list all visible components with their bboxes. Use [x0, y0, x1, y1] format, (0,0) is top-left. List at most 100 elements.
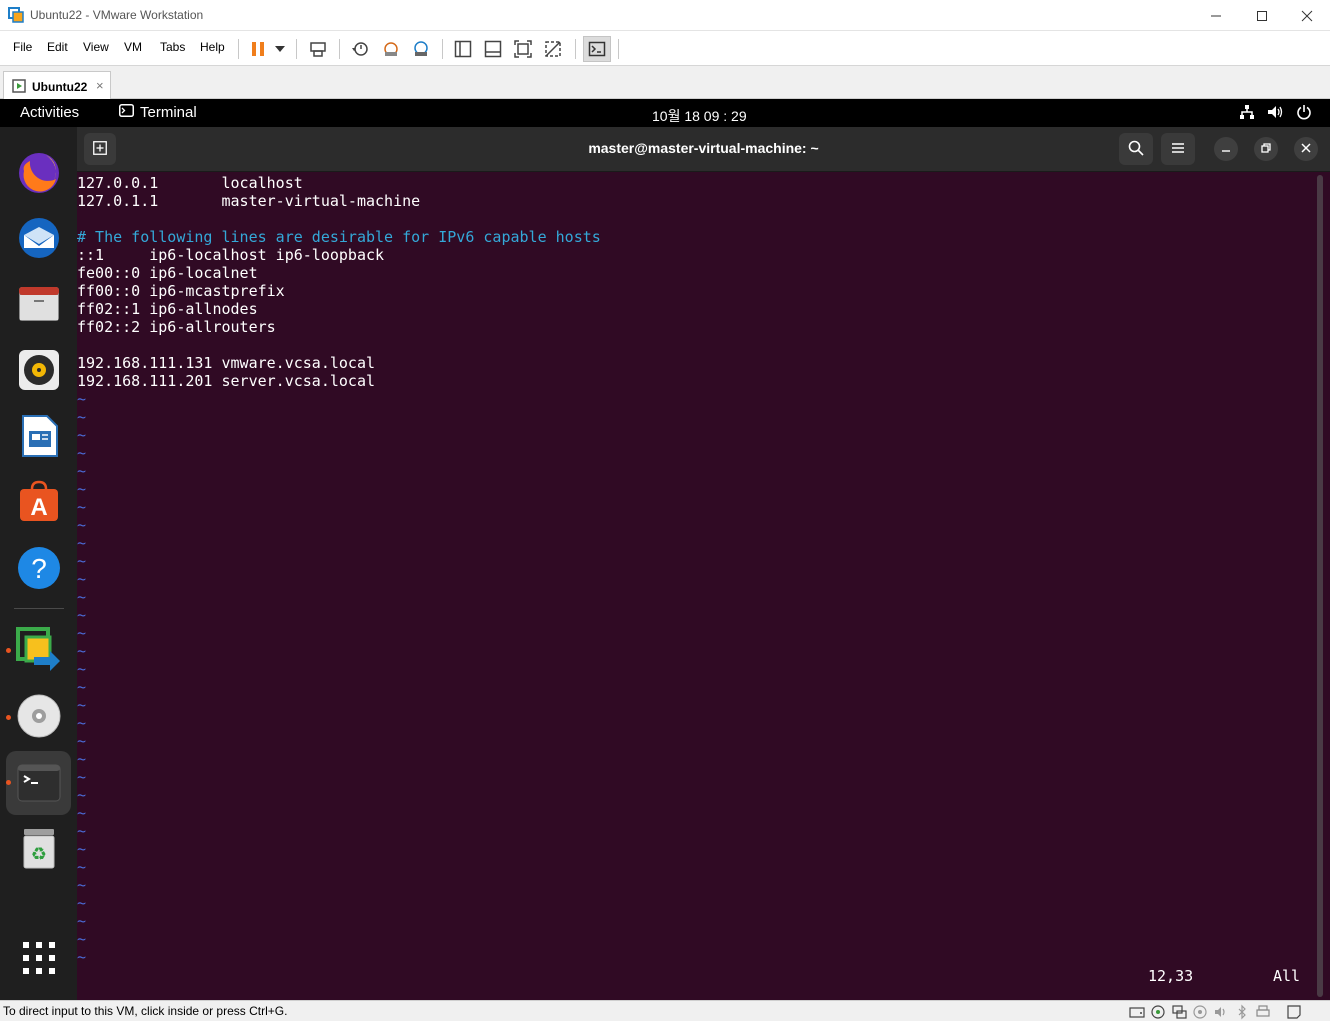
power-icon[interactable] [1296, 104, 1312, 124]
unity-mode-icon[interactable] [543, 39, 563, 59]
app-menu-terminal[interactable]: Terminal [119, 104, 197, 121]
running-indicator [6, 715, 11, 720]
restore-icon [1261, 142, 1271, 156]
vim-empty-line-tilde: ~ [77, 606, 87, 624]
help-icon[interactable]: ? [14, 543, 64, 593]
sound-card-icon[interactable] [1213, 1004, 1229, 1020]
printer-icon[interactable] [1255, 1004, 1271, 1020]
close-icon [1301, 142, 1311, 156]
files-icon[interactable] [14, 279, 64, 329]
vim-empty-line-tilde: ~ [77, 696, 87, 714]
vm-console[interactable]: Activities Terminal 10월 18 09 : 29 A ? ♻… [0, 99, 1330, 1000]
cd-drive-icon[interactable] [1150, 1004, 1166, 1020]
menu-file[interactable]: File [13, 40, 32, 54]
toolbar-separator [296, 39, 297, 59]
terminal-scrollbar[interactable] [1317, 175, 1323, 997]
trash-icon[interactable]: ♻ [14, 823, 64, 873]
tab-close-icon[interactable]: × [96, 78, 104, 93]
vim-empty-line-tilde: ~ [77, 426, 87, 444]
rhythmbox-icon[interactable] [14, 345, 64, 395]
terminal-minimize-button[interactable] [1214, 137, 1238, 161]
terminal-restore-button[interactable] [1254, 137, 1278, 161]
vim-empty-line-tilde: ~ [77, 732, 87, 750]
hamburger-menu-icon [1171, 142, 1185, 157]
vim-empty-line-tilde: ~ [77, 714, 87, 732]
vim-empty-line-tilde: ~ [77, 768, 87, 786]
libreoffice-writer-icon[interactable] [14, 411, 64, 461]
vmware-tools-icon[interactable] [14, 625, 64, 675]
power-dropdown-icon[interactable] [270, 39, 290, 59]
terminal-icon[interactable] [14, 757, 64, 807]
vim-text-line: 192.168.111.131 vmware.vcsa.local [77, 354, 376, 372]
vim-comment-line: # The following lines are desirable for … [77, 228, 601, 246]
dock-separator [14, 608, 64, 609]
thunderbird-icon[interactable] [14, 213, 64, 263]
terminal-header-bar: master@master-virtual-machine: ~ [77, 127, 1330, 172]
menu-view[interactable]: View [83, 40, 109, 54]
volume-icon[interactable] [1267, 104, 1285, 124]
terminal-small-icon [119, 104, 134, 121]
clock[interactable]: 10월 18 09 : 29 [652, 106, 747, 126]
vim-empty-line-tilde: ~ [77, 624, 87, 642]
vim-text-line: 127.0.0.1 localhost [77, 174, 303, 192]
vm-tab-bar: Ubuntu22 × [0, 66, 1330, 99]
hard-disk-icon[interactable] [1129, 1004, 1145, 1020]
close-window-button[interactable] [1284, 0, 1330, 31]
tab-label: Ubuntu22 [32, 80, 88, 94]
network-adapter-icon[interactable] [1171, 1004, 1187, 1020]
firefox-icon[interactable] [14, 147, 64, 197]
maximize-button[interactable] [1239, 0, 1285, 31]
menu-help[interactable]: Help [200, 40, 225, 54]
vim-empty-line-tilde: ~ [77, 570, 87, 588]
thumbnail-bar-icon[interactable] [483, 39, 503, 59]
menu-toolbar: File Edit View VM Tabs Help [0, 31, 1330, 66]
vim-text-line: 192.168.111.201 server.vcsa.local [77, 372, 376, 390]
toolbar-separator [618, 39, 619, 59]
bluetooth-icon[interactable] [1234, 1004, 1250, 1020]
activities-button[interactable]: Activities [20, 104, 79, 121]
title-bar: Ubuntu22 - VMware Workstation [0, 0, 1330, 31]
snapshot-manager-icon[interactable] [411, 39, 431, 59]
vim-cursor-position: 12,33 [1148, 967, 1194, 985]
vim-empty-line-tilde: ~ [77, 588, 87, 606]
revert-snapshot-icon[interactable] [381, 39, 401, 59]
terminal-body[interactable]: 127.0.0.1 localhost 127.0.1.1 master-virt… [77, 172, 1330, 1000]
vmware-status-bar: To direct input to this VM, click inside… [0, 1000, 1330, 1021]
network-icon[interactable] [1239, 104, 1255, 124]
vim-scroll-indicator: All [1273, 967, 1301, 985]
minimize-button[interactable] [1193, 0, 1239, 31]
vim-text-line: ff02::2 ip6-allrouters [77, 318, 276, 336]
vim-empty-line-tilde: ~ [77, 444, 87, 462]
full-screen-icon[interactable] [513, 39, 533, 59]
vim-buffer[interactable]: 127.0.0.1 localhost 127.0.1.1 master-virt… [77, 174, 601, 966]
hamburger-menu-button[interactable] [1161, 133, 1195, 165]
vim-empty-line-tilde: ~ [77, 786, 87, 804]
vim-empty-line-tilde: ~ [77, 894, 87, 912]
vim-text-line: fe00::0 ip6-localnet [77, 264, 258, 282]
app-name: Terminal [140, 104, 197, 121]
show-library-icon[interactable] [453, 39, 473, 59]
pause-icon[interactable] [248, 39, 268, 59]
vim-empty-line-tilde: ~ [77, 822, 87, 840]
vim-empty-line-tilde: ~ [77, 408, 87, 426]
optical-disc-icon[interactable] [14, 691, 64, 741]
message-log-icon[interactable] [1286, 1004, 1302, 1020]
vim-empty-line-tilde: ~ [77, 840, 87, 858]
menu-edit[interactable]: Edit [47, 40, 68, 54]
search-button[interactable] [1119, 133, 1153, 165]
toolbar-separator [238, 39, 239, 59]
send-ctrl-alt-del-icon[interactable] [308, 39, 328, 59]
vim-empty-line-tilde: ~ [77, 912, 87, 930]
terminal-close-button[interactable] [1294, 137, 1318, 161]
ubuntu-software-icon[interactable]: A [14, 477, 64, 527]
vim-text-line: ff02::1 ip6-allnodes [77, 300, 258, 318]
ubuntu-dock: A ? ♻ [0, 127, 77, 1000]
usb-icon[interactable] [1192, 1004, 1208, 1020]
console-view-icon[interactable] [587, 39, 607, 59]
vim-empty-line-tilde: ~ [77, 804, 87, 822]
menu-vm[interactable]: VM [124, 40, 142, 54]
show-applications-icon[interactable] [14, 933, 64, 983]
menu-tabs[interactable]: Tabs [160, 40, 185, 54]
snapshot-icon[interactable] [350, 39, 370, 59]
tab-ubuntu22[interactable]: Ubuntu22 × [3, 71, 111, 99]
